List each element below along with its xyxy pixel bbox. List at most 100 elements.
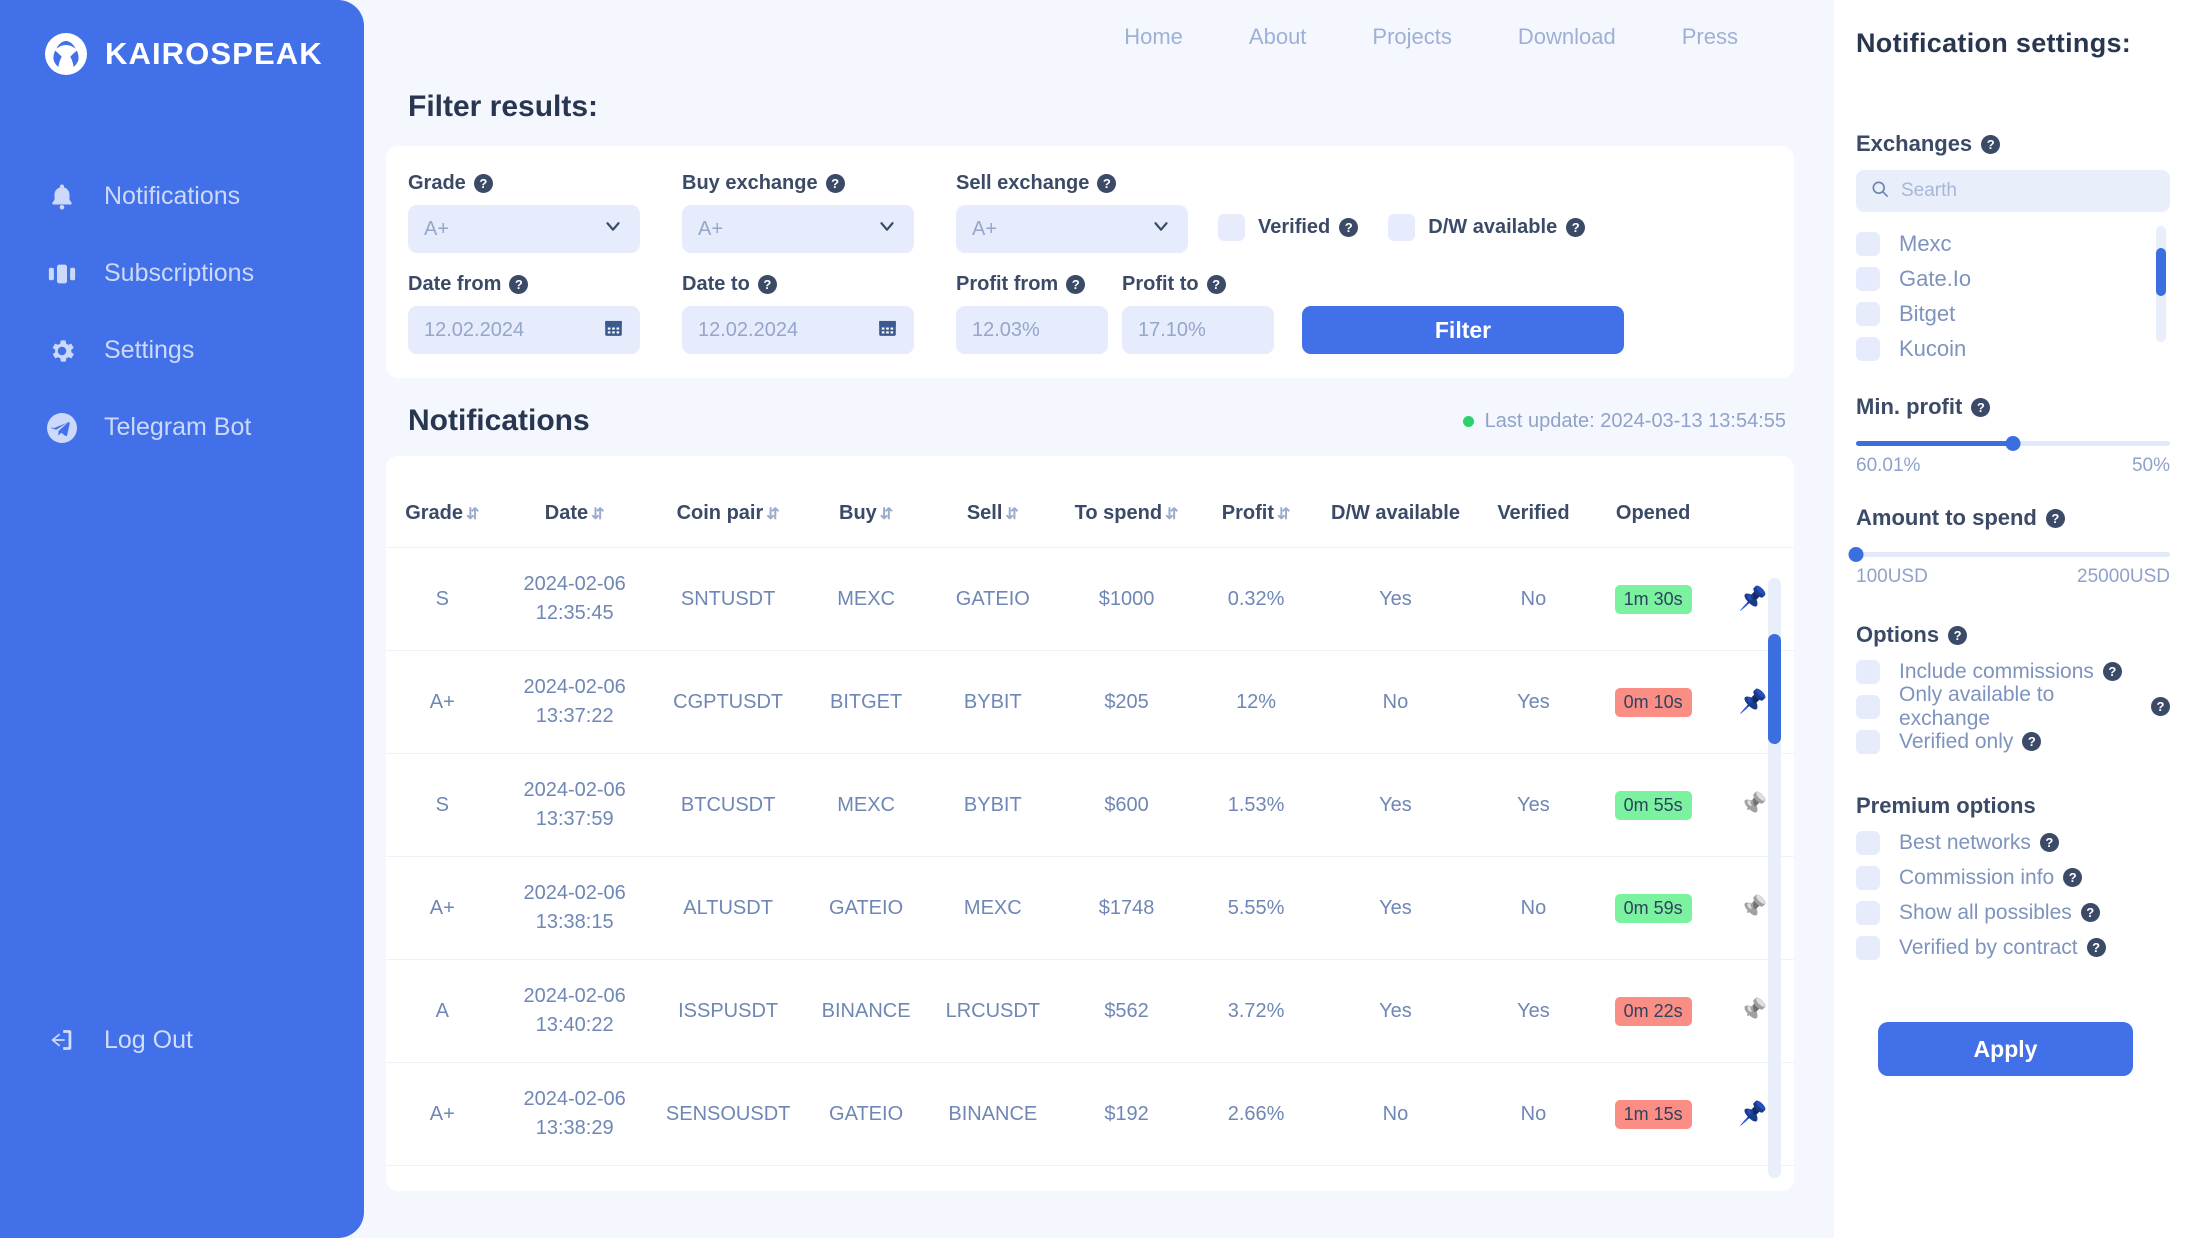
date-to-input[interactable]: 12.02.2024	[682, 306, 914, 354]
help-icon[interactable]: ?	[1339, 218, 1358, 237]
sidebar-item-notifications[interactable]: Notifications	[0, 158, 364, 235]
pin-icon[interactable]: 📌	[1739, 585, 1768, 611]
nav-link-press[interactable]: Press	[1682, 24, 1738, 50]
col-buy[interactable]: Buy⇵	[806, 456, 927, 548]
exchange-checkbox[interactable]	[1856, 267, 1880, 291]
help-icon[interactable]: ?	[1566, 218, 1585, 237]
verified-checkbox[interactable]	[1218, 214, 1245, 241]
buy-exchange-select[interactable]: A+	[682, 205, 914, 253]
logout-button[interactable]: Log Out	[0, 1022, 193, 1058]
table-row[interactable]: A+2024-02-0613:38:15ALTUSDTGATEIOMEXC$17…	[386, 857, 1794, 960]
slider-thumb[interactable]	[1849, 547, 1864, 562]
sidebar-item-telegram-bot[interactable]: Telegram Bot	[0, 389, 364, 466]
help-icon[interactable]: ?	[474, 174, 493, 193]
exchange-item[interactable]: Mexc	[1856, 226, 2170, 261]
nav-link-about[interactable]: About	[1249, 24, 1307, 50]
help-icon[interactable]: ?	[2040, 833, 2059, 852]
dw-available-checkbox[interactable]	[1388, 214, 1415, 241]
col-sell[interactable]: Sell⇵	[927, 456, 1059, 548]
profit-from-input[interactable]: 12.03%	[956, 306, 1108, 354]
sidebar-item-subscriptions[interactable]: Subscriptions	[0, 235, 364, 312]
exchange-list-scrollbar[interactable]	[2156, 226, 2166, 342]
help-icon[interactable]: ?	[758, 275, 777, 294]
exchange-checkbox[interactable]	[1856, 337, 1880, 361]
dw-available-checkbox-group[interactable]: D/W available ?	[1388, 214, 1585, 253]
profit-to-input[interactable]: 17.10%	[1122, 306, 1274, 354]
exchange-item[interactable]: Kucoin	[1856, 331, 2170, 366]
help-icon[interactable]: ?	[2046, 509, 2065, 528]
help-icon[interactable]: ?	[1097, 174, 1116, 193]
exchange-search-input[interactable]	[1901, 180, 2156, 202]
premium-option-item-checkbox[interactable]	[1856, 866, 1880, 890]
pin-cell[interactable]: 📌	[1712, 960, 1794, 1063]
premium-option-item-checkbox[interactable]	[1856, 831, 1880, 855]
table-scrollbar-thumb[interactable]	[1768, 634, 1781, 744]
nav-link-projects[interactable]: Projects	[1372, 24, 1451, 50]
grade-select[interactable]: A+	[408, 205, 640, 253]
premium-option-item[interactable]: Best networks?	[1856, 825, 2170, 860]
pin-icon[interactable]: 📌	[1739, 1100, 1768, 1126]
option-item-checkbox[interactable]	[1856, 695, 1880, 719]
col-to-spend[interactable]: To spend⇵	[1059, 456, 1194, 548]
help-icon[interactable]: ?	[1948, 626, 1967, 645]
table-row[interactable]: S2024-02-0612:35:45SNTUSDTMEXCGATEIO$100…	[386, 548, 1794, 651]
verified-checkbox-group[interactable]: Verified ?	[1218, 214, 1358, 253]
option-item-checkbox[interactable]	[1856, 730, 1880, 754]
pin-cell[interactable]: 📌	[1712, 1063, 1794, 1166]
col-grade[interactable]: Grade⇵	[386, 456, 499, 548]
table-row[interactable]: A+2024-02-0613:37:22CGPTUSDTBITGETBYBIT$…	[386, 651, 1794, 754]
apply-button[interactable]: Apply	[1878, 1022, 2133, 1076]
help-icon[interactable]: ?	[1207, 275, 1226, 294]
pin-icon[interactable]: 📌	[1739, 688, 1768, 714]
sell-exchange-select[interactable]: A+	[956, 205, 1188, 253]
pin-cell[interactable]: 📌	[1712, 754, 1794, 857]
option-item[interactable]: Only available to exchange?	[1856, 689, 2170, 724]
col-profit[interactable]: Profit⇵	[1194, 456, 1318, 548]
premium-option-item-checkbox[interactable]	[1856, 901, 1880, 925]
help-icon[interactable]: ?	[1066, 275, 1085, 294]
premium-option-item-checkbox[interactable]	[1856, 936, 1880, 960]
pin-icon[interactable]: 📌	[1739, 791, 1768, 817]
exchange-list-scrollbar-thumb[interactable]	[2156, 248, 2166, 296]
exchange-checkbox[interactable]	[1856, 302, 1880, 326]
table-row[interactable]: A+2024-02-0613:38:29SENSOUSDTGATEIOBINAN…	[386, 1063, 1794, 1166]
premium-option-item[interactable]: Show all possibles?	[1856, 895, 2170, 930]
col-coin-pair[interactable]: Coin pair⇵	[651, 456, 806, 548]
date-from-input[interactable]: 12.02.2024	[408, 306, 640, 354]
pin-icon[interactable]: 📌	[1739, 997, 1768, 1023]
help-icon[interactable]: ?	[1981, 135, 2000, 154]
table-row[interactable]: S2024-02-0613:37:59BTCUSDTMEXCBYBIT$6001…	[386, 754, 1794, 857]
help-icon[interactable]: ?	[2081, 903, 2100, 922]
nav-link-download[interactable]: Download	[1518, 24, 1616, 50]
pin-cell[interactable]: 📌	[1712, 857, 1794, 960]
table-row[interactable]: B2024-02-0613:38:40METISUSDTBINANCEBYBIT…	[386, 1166, 1794, 1192]
pin-icon[interactable]: 📌	[1739, 894, 1768, 920]
help-icon[interactable]: ?	[1971, 398, 1990, 417]
exchange-item[interactable]: Bitget	[1856, 296, 2170, 331]
option-item-checkbox[interactable]	[1856, 660, 1880, 684]
exchange-item[interactable]: Gate.Io	[1856, 261, 2170, 296]
calendar-icon[interactable]	[877, 317, 898, 344]
help-icon[interactable]: ?	[509, 275, 528, 294]
min-profit-slider[interactable]	[1856, 436, 2170, 450]
table-row[interactable]: A2024-02-0613:40:22ISSPUSDTBINANCELRCUSD…	[386, 960, 1794, 1063]
help-icon[interactable]: ?	[826, 174, 845, 193]
help-icon[interactable]: ?	[2087, 938, 2106, 957]
sidebar-item-settings[interactable]: Settings	[0, 312, 364, 389]
help-icon[interactable]: ?	[2022, 732, 2041, 751]
nav-link-home[interactable]: Home	[1124, 24, 1183, 50]
pin-cell[interactable]: 📌	[1712, 651, 1794, 754]
amount-to-spend-slider[interactable]	[1856, 547, 2170, 561]
help-icon[interactable]: ?	[2063, 868, 2082, 887]
calendar-icon[interactable]	[603, 317, 624, 344]
help-icon[interactable]: ?	[2151, 697, 2170, 716]
premium-option-item[interactable]: Verified by contract?	[1856, 930, 2170, 965]
pin-cell[interactable]: 📌	[1712, 548, 1794, 651]
exchange-search-box[interactable]	[1856, 170, 2170, 212]
col-date[interactable]: Date⇵	[499, 456, 651, 548]
table-scrollbar[interactable]	[1768, 578, 1781, 1178]
premium-option-item[interactable]: Commission info?	[1856, 860, 2170, 895]
slider-thumb[interactable]	[2006, 436, 2021, 451]
pin-cell[interactable]: 📌	[1712, 1166, 1794, 1192]
exchange-checkbox[interactable]	[1856, 232, 1880, 256]
